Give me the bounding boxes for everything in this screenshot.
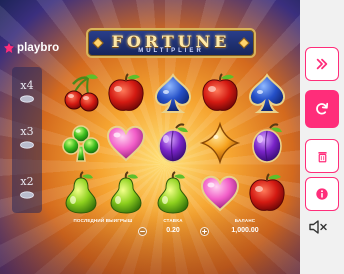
club-symbol-icon [58,120,104,166]
pear-symbol-icon [150,170,196,216]
double-chevron-right-icon [316,58,328,70]
cherry-symbol-icon [58,70,104,116]
multiplier-gem-icon [20,141,34,149]
playbro-logo: playbro [3,42,59,54]
info-icon [316,188,328,200]
paytable-button[interactable] [305,139,339,173]
refresh-icon [316,102,329,115]
brand-name: playbro [17,42,60,54]
playbro-logo-icon [4,43,14,53]
multiplier-gem-icon [20,95,34,103]
apple-symbol-icon [197,70,243,116]
multiplier-x2: x2 [20,175,34,188]
multiplier-x4: x4 [20,79,34,92]
spade-symbol-icon [150,70,196,116]
speaker-muted-icon[interactable] [308,219,328,235]
plus-icon [202,229,207,234]
trash-icon [317,151,327,162]
apple-symbol-icon [103,70,149,116]
game-subtitle: MULTIPLIER [138,48,204,54]
minus-icon [140,230,145,233]
balance-label: БАЛАНС [234,218,256,223]
spin-button[interactable] [305,90,339,128]
bet-value: 0.20 [166,227,180,234]
turbo-button[interactable] [305,47,339,81]
heart-symbol-icon [197,170,243,216]
multiplier-column: x4 x3 x2 [12,67,42,213]
bet-label: СТАВКА [163,218,183,223]
info-button[interactable] [305,177,339,211]
spade-symbol-icon [244,70,290,116]
last-win-label: ПОСЛЕДНИЙ ВЫИГРЫШ [73,218,133,223]
pear-symbol-icon [58,170,104,216]
pear-symbol-icon [103,170,149,216]
bet-decrease-button[interactable] [138,227,147,236]
game-title-banner: FORTUNE MULTIPLIER [86,28,256,58]
heart-symbol-icon [103,120,149,166]
game-stage: playbro FORTUNE MULTIPLIER x4 x3 x2 ПОСЛ… [0,0,300,274]
multiplier-gem-icon [20,191,34,199]
diamond-symbol-icon [197,120,243,166]
multiplier-x3: x3 [20,125,34,138]
bet-increase-button[interactable] [200,227,209,236]
plum-symbol-icon [244,120,290,166]
balance-value: 1,000.00 [231,227,259,234]
apple-symbol-icon [244,170,290,216]
plum-symbol-icon [150,120,196,166]
